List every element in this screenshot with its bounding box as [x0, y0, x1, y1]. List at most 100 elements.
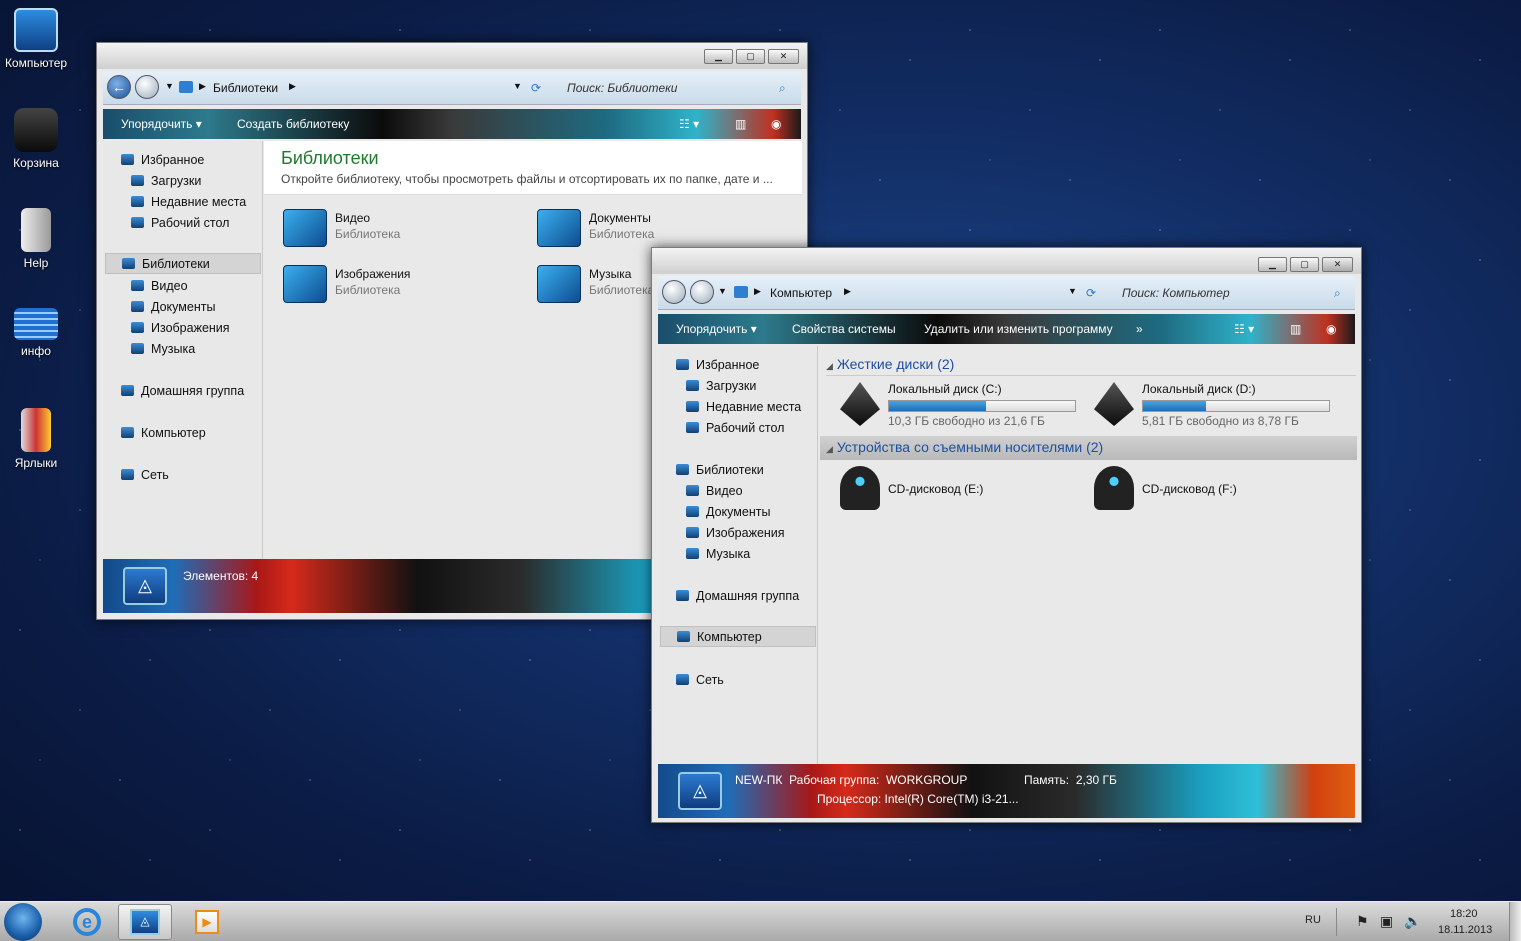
nav-computer[interactable]: Компьютер [121, 426, 206, 440]
group-hard-drives[interactable]: ◢ Жесткие диски (2) [826, 356, 1356, 376]
nav-documents[interactable]: Документы [131, 300, 215, 314]
organize-button[interactable]: Упорядочить ▾ [121, 117, 202, 131]
search-icon[interactable]: ⌕ [1334, 286, 1341, 301]
desktop-icon-info[interactable]: инфо [0, 308, 72, 358]
breadcrumb-arrow-icon[interactable]: ▶ [844, 286, 851, 297]
nav-recent-places[interactable]: Недавние места [131, 195, 246, 209]
nav-music[interactable]: Музыка [131, 342, 195, 356]
minimize-button[interactable]: ▁ [704, 49, 733, 64]
drive-usage-fill [889, 401, 986, 411]
forward-button[interactable] [135, 75, 159, 99]
language-indicator[interactable]: RU [1305, 914, 1321, 926]
help-icon[interactable]: ◉ [1326, 322, 1336, 336]
taskbar-explorer[interactable]: ◬ [118, 904, 172, 940]
breadcrumb-libraries[interactable]: Библиотеки [213, 81, 278, 95]
maximize-button[interactable]: ▢ [736, 49, 765, 64]
nav-label: Рабочий стол [706, 421, 785, 435]
collapse-triangle-icon[interactable]: ◢ [826, 361, 833, 371]
search-input[interactable]: Поиск: Компьютер [1122, 286, 1230, 300]
system-properties-button[interactable]: Свойства системы [792, 322, 896, 336]
forward-button[interactable] [690, 280, 714, 304]
clock-time[interactable]: 18:20 [1450, 908, 1478, 920]
uninstall-program-button[interactable]: Удалить или изменить программу [924, 322, 1113, 336]
item-count: Элементов: 4 [183, 569, 259, 583]
breadcrumb-arrow-icon[interactable]: ▶ [289, 81, 296, 92]
nav-network[interactable]: Сеть [676, 673, 724, 687]
refresh-icon[interactable]: ⟳ [1086, 286, 1096, 300]
library-name: Музыка [589, 267, 632, 281]
action-center-flag-icon[interactable]: ⚑ [1356, 913, 1369, 930]
desktop-icon-recycle-bin[interactable]: Корзина [0, 108, 72, 170]
nav-favorites[interactable]: Избранное [121, 153, 204, 167]
nav-libraries[interactable]: Библиотеки [676, 463, 764, 477]
breadcrumb-arrow-icon[interactable]: ▶ [199, 81, 206, 92]
title-bar[interactable] [97, 43, 807, 69]
library-images[interactable]: Изображения Библиотека [283, 265, 483, 305]
group-label: Устройства со съемными носителями (2) [836, 439, 1104, 455]
search-icon[interactable]: ⌕ [779, 81, 786, 96]
nav-computer[interactable]: Компьютер [660, 626, 816, 647]
drive-d[interactable]: Локальный диск (D:) 5,81 ГБ свободно из … [1094, 382, 1334, 430]
nav-video[interactable]: Видео [686, 484, 743, 498]
minimize-button[interactable]: ▁ [1258, 257, 1287, 272]
title-bar[interactable] [652, 248, 1361, 274]
back-button[interactable]: ← [107, 75, 131, 99]
clock-date[interactable]: 18.11.2013 [1438, 924, 1492, 936]
recent-pages-chevron-icon[interactable]: ▼ [165, 81, 174, 91]
desktop-icon-shortcuts[interactable]: Ярлыки [0, 408, 72, 470]
nav-video[interactable]: Видео [131, 279, 188, 293]
close-button[interactable]: ✕ [1322, 257, 1353, 272]
more-commands-button[interactable]: » [1136, 322, 1143, 336]
preview-pane-icon[interactable]: ▥ [1290, 322, 1301, 336]
address-dropdown-icon[interactable]: ▼ [513, 81, 522, 91]
breadcrumb-arrow-icon[interactable]: ▶ [754, 286, 761, 297]
desktop-icon [686, 422, 699, 433]
help-icon[interactable]: ◉ [771, 117, 781, 131]
collapse-triangle-icon[interactable]: ◢ [826, 444, 833, 454]
preview-pane-icon[interactable]: ▥ [735, 117, 746, 131]
breadcrumb-computer[interactable]: Компьютер [770, 286, 832, 300]
nav-homegroup[interactable]: Домашняя группа [676, 589, 799, 603]
cd-drive-e[interactable]: CD-дисковод (E:) [840, 466, 1020, 512]
nav-homegroup[interactable]: Домашняя группа [121, 384, 244, 398]
create-library-button[interactable]: Создать библиотеку [237, 117, 349, 131]
search-input[interactable]: Поиск: Библиотеки [567, 81, 677, 95]
nav-downloads[interactable]: Загрузки [686, 379, 756, 393]
nav-recent-places[interactable]: Недавние места [686, 400, 801, 414]
nav-network[interactable]: Сеть [121, 468, 169, 482]
start-button[interactable] [4, 903, 42, 941]
taskbar-internet-explorer[interactable]: e [60, 904, 114, 940]
group-removable[interactable]: ◢ Устройства со съемными носителями (2) [820, 436, 1357, 460]
library-video[interactable]: Видео Библиотека [283, 209, 483, 249]
nav-desktop[interactable]: Рабочий стол [686, 421, 784, 435]
computer-window[interactable]: ▁ ▢ ✕ ▼ ▶ Компьютер ▶ ▼ ⟳ Поиск: Компьют… [651, 247, 1362, 823]
refresh-icon[interactable]: ⟳ [531, 81, 541, 95]
nav-label: Недавние места [706, 400, 802, 414]
taskbar-media-player[interactable]: ▶ [180, 904, 234, 940]
nav-images[interactable]: Изображения [131, 321, 230, 335]
maximize-button[interactable]: ▢ [1290, 257, 1319, 272]
nav-images[interactable]: Изображения [686, 526, 785, 540]
library-documents[interactable]: Документы Библиотека [537, 209, 737, 249]
nav-downloads[interactable]: Загрузки [131, 174, 201, 188]
view-options-icon[interactable]: ☷ ▾ [1234, 322, 1254, 336]
nav-libraries[interactable]: Библиотеки [105, 253, 261, 274]
organize-button[interactable]: Упорядочить ▾ [676, 322, 757, 336]
show-desktop-button[interactable] [1509, 902, 1521, 941]
view-options-icon[interactable]: ☷ ▾ [679, 117, 699, 131]
drive-c[interactable]: Локальный диск (C:) 10,3 ГБ свободно из … [840, 382, 1080, 430]
nav-desktop[interactable]: Рабочий стол [131, 216, 229, 230]
nav-documents[interactable]: Документы [686, 505, 770, 519]
address-dropdown-icon[interactable]: ▼ [1068, 286, 1077, 296]
close-button[interactable]: ✕ [768, 49, 799, 64]
network-icon[interactable]: ▣ [1380, 913, 1393, 930]
back-button[interactable] [662, 280, 686, 304]
desktop-icon-computer[interactable]: Компьютер [0, 8, 72, 70]
volume-icon[interactable]: 🔈 [1404, 913, 1421, 930]
nav-music[interactable]: Музыка [686, 547, 750, 561]
nav-favorites[interactable]: Избранное [676, 358, 759, 372]
desktop-icon-help[interactable]: Help [0, 208, 72, 270]
recent-pages-chevron-icon[interactable]: ▼ [718, 286, 727, 296]
help-icon [21, 208, 51, 252]
cd-drive-f[interactable]: CD-дисковод (F:) [1094, 466, 1274, 512]
